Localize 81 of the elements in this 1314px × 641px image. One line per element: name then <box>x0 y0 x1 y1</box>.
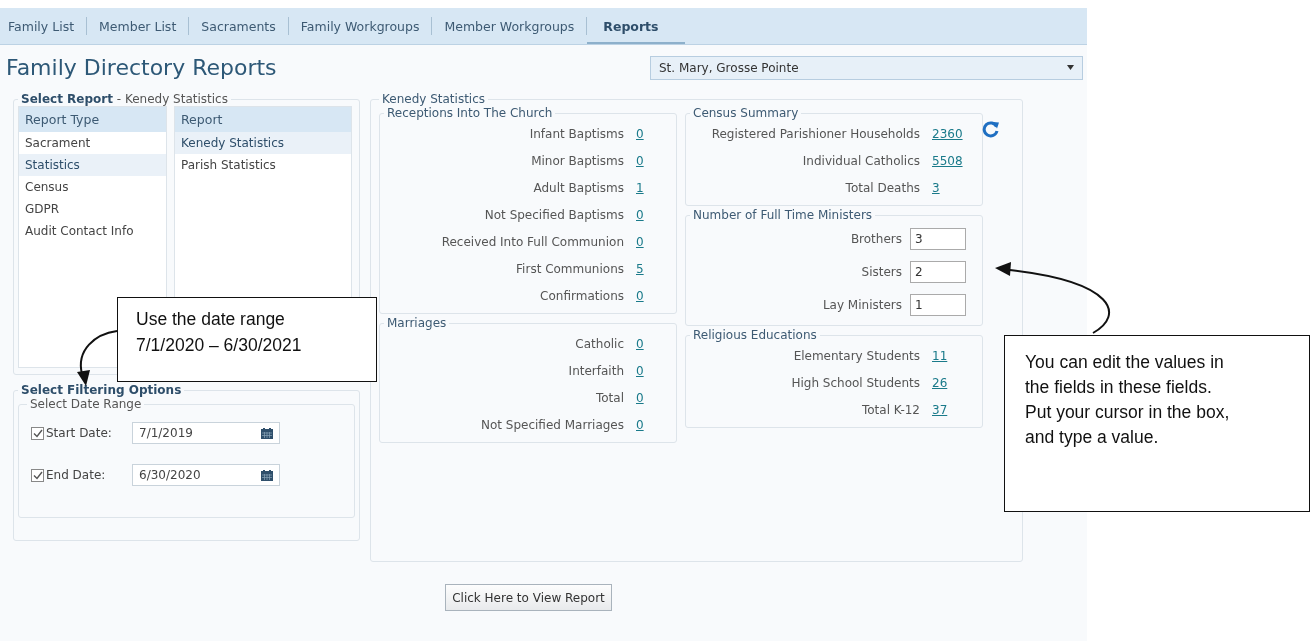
stat-label: Confirmations <box>540 288 624 303</box>
stat-label: Individual Catholics <box>802 153 920 168</box>
group-title: Receptions Into The Church <box>386 106 554 120</box>
stat-label: Infant Baptisms <box>529 126 624 141</box>
view-report-button[interactable]: Click Here to View Report <box>445 584 612 611</box>
group-title: Select Date Range <box>29 397 143 411</box>
stat-label: Sisters <box>861 264 902 279</box>
count-link[interactable]: 3 <box>932 180 940 195</box>
section-subtitle: - Kenedy Statistics <box>116 92 228 106</box>
stat-label: Not Specified Baptisms <box>484 207 624 222</box>
group-title: Marriages <box>386 316 448 330</box>
checkbox[interactable] <box>31 468 44 482</box>
nav-tab[interactable]: Family List <box>0 8 87 44</box>
count-link[interactable]: 5508 <box>932 153 963 168</box>
count-field[interactable]: 2 <box>910 260 966 283</box>
list-item[interactable]: Parish Statistics <box>175 154 351 176</box>
refresh-icon[interactable] <box>982 120 1000 138</box>
section-title: Kenedy Statistics <box>381 92 487 106</box>
count-link[interactable]: 0 <box>636 153 644 168</box>
nav-tab[interactable]: Sacraments <box>189 8 288 44</box>
caret-icon <box>1067 65 1074 70</box>
callout-arrow <box>77 330 118 386</box>
stat-label: First Communions <box>516 261 624 276</box>
group-title: Census Summary <box>692 106 800 120</box>
stat-label: Brothers <box>850 231 902 246</box>
count-link[interactable]: 2360 <box>932 126 963 141</box>
date-label: End Date: <box>46 468 107 482</box>
nav-tab[interactable]: Member List <box>87 8 189 44</box>
count-link[interactable]: 0 <box>636 288 644 303</box>
count-field[interactable]: 3 <box>910 227 966 250</box>
calendar-icon[interactable] <box>261 427 273 439</box>
date-label: Start Date: <box>46 426 113 440</box>
calendar-icon[interactable] <box>261 469 273 481</box>
stat-label: Lay Ministers <box>822 297 902 312</box>
list-header: Report <box>175 107 351 132</box>
list-header: Report Type <box>19 107 166 132</box>
count-link[interactable]: 0 <box>636 363 644 378</box>
list-item[interactable]: Audit Contact Info <box>19 220 166 242</box>
stat-label: Total Deaths <box>845 180 920 195</box>
stat-label: Catholic <box>575 336 624 351</box>
nav-tab[interactable]: Reports <box>587 8 685 44</box>
count-link[interactable]: 1 <box>636 180 644 195</box>
list-item[interactable]: Statistics <box>19 154 166 176</box>
stat-label: Minor Baptisms <box>531 153 624 168</box>
count-link[interactable]: 26 <box>932 375 948 390</box>
count-link[interactable]: 11 <box>932 348 948 363</box>
date-field[interactable]: 7/1/2019 <box>132 422 280 444</box>
list-item[interactable]: Kenedy Statistics <box>175 132 351 154</box>
list-item[interactable]: Sacrament <box>19 132 166 154</box>
stat-label: Total <box>595 390 624 405</box>
date-field[interactable]: 6/30/2020 <box>132 464 280 486</box>
stat-label: Total K-12 <box>861 402 920 417</box>
section-title: Select Report <box>21 92 113 106</box>
stat-label: Received Into Full Communion <box>441 234 624 249</box>
nav-tab[interactable]: Family Workgroups <box>288 8 432 44</box>
count-link[interactable]: 0 <box>636 336 644 351</box>
stat-label: Adult Baptisms <box>533 180 624 195</box>
count-link[interactable]: 0 <box>636 417 644 432</box>
group-title: Number of Full Time Ministers <box>692 208 874 222</box>
count-link[interactable]: 0 <box>636 234 644 249</box>
list-item[interactable]: GDPR <box>19 198 166 220</box>
section-title: Select Filtering Options <box>20 383 183 397</box>
count-link[interactable]: 5 <box>636 261 644 276</box>
count-field[interactable]: 1 <box>910 293 966 316</box>
stat-label: Elementary Students <box>793 348 920 363</box>
stat-label: Registered Parishioner Households <box>711 126 920 141</box>
count-link[interactable]: 0 <box>636 207 644 222</box>
list-item[interactable]: Census <box>19 176 166 198</box>
parish-dropdown[interactable]: St. Mary, Grosse Pointe <box>650 55 1083 80</box>
stat-label: Interfaith <box>568 363 624 378</box>
stat-label: Not Specified Marriages <box>480 417 624 432</box>
count-link[interactable]: 0 <box>636 126 644 141</box>
callout-note: Use the date range 7/1/2020 – 6/30/2021 <box>117 297 377 382</box>
checkbox[interactable] <box>31 426 44 440</box>
count-link[interactable]: 37 <box>932 402 948 417</box>
nav-tab[interactable]: Member Workgroups <box>432 8 587 44</box>
page-title: Family Directory Reports <box>6 55 277 80</box>
callout-note: You can edit the values in the fields in these fields. Put your cursor in the box, and type a value. <box>1004 335 1310 512</box>
stat-label: High School Students <box>791 375 920 390</box>
count-link[interactable]: 0 <box>636 390 644 405</box>
group-title: Religious Educations <box>692 328 818 342</box>
